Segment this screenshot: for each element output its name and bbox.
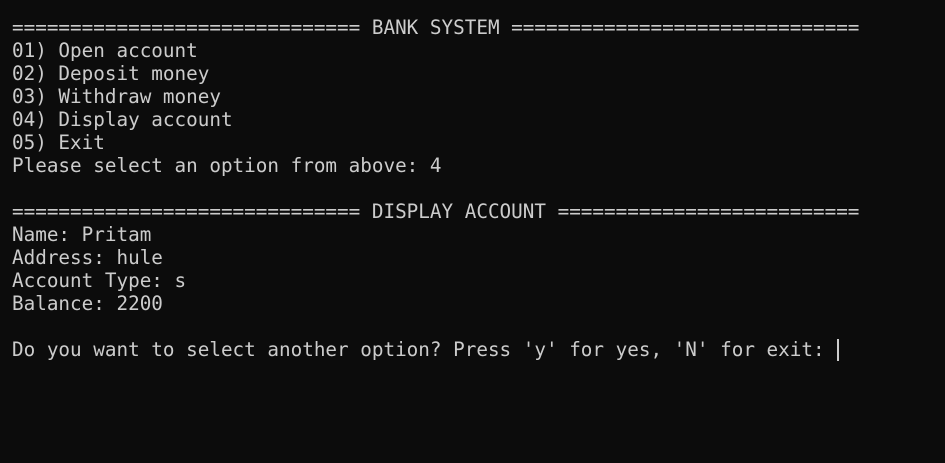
menu-option-display-account: 04) Display account: [12, 108, 233, 131]
continue-input-line[interactable]: Do you want to select another option? Pr…: [12, 338, 933, 361]
menu-option-open-account: 01) Open account: [12, 39, 198, 62]
menu-option-deposit-money: 02) Deposit money: [12, 62, 210, 85]
option-selection-prompt: Please select an option from above: 4: [12, 154, 442, 177]
text-cursor: [837, 339, 840, 361]
continue-prompt: Do you want to select another option? Pr…: [12, 338, 837, 361]
account-type: Account Type: s: [12, 269, 187, 292]
terminal-window[interactable]: ============================== BANK SYST…: [0, 0, 945, 463]
account-balance: Balance: 2200: [12, 292, 163, 315]
menu-option-exit: 05) Exit: [12, 131, 105, 154]
account-address: Address: hule: [12, 246, 163, 269]
display-account-header: ============================== DISPLAY A…: [12, 200, 860, 223]
menu-option-withdraw-money: 03) Withdraw money: [12, 85, 221, 108]
bank-system-header: ============================== BANK SYST…: [12, 16, 860, 39]
account-name: Name: Pritam: [12, 223, 152, 246]
